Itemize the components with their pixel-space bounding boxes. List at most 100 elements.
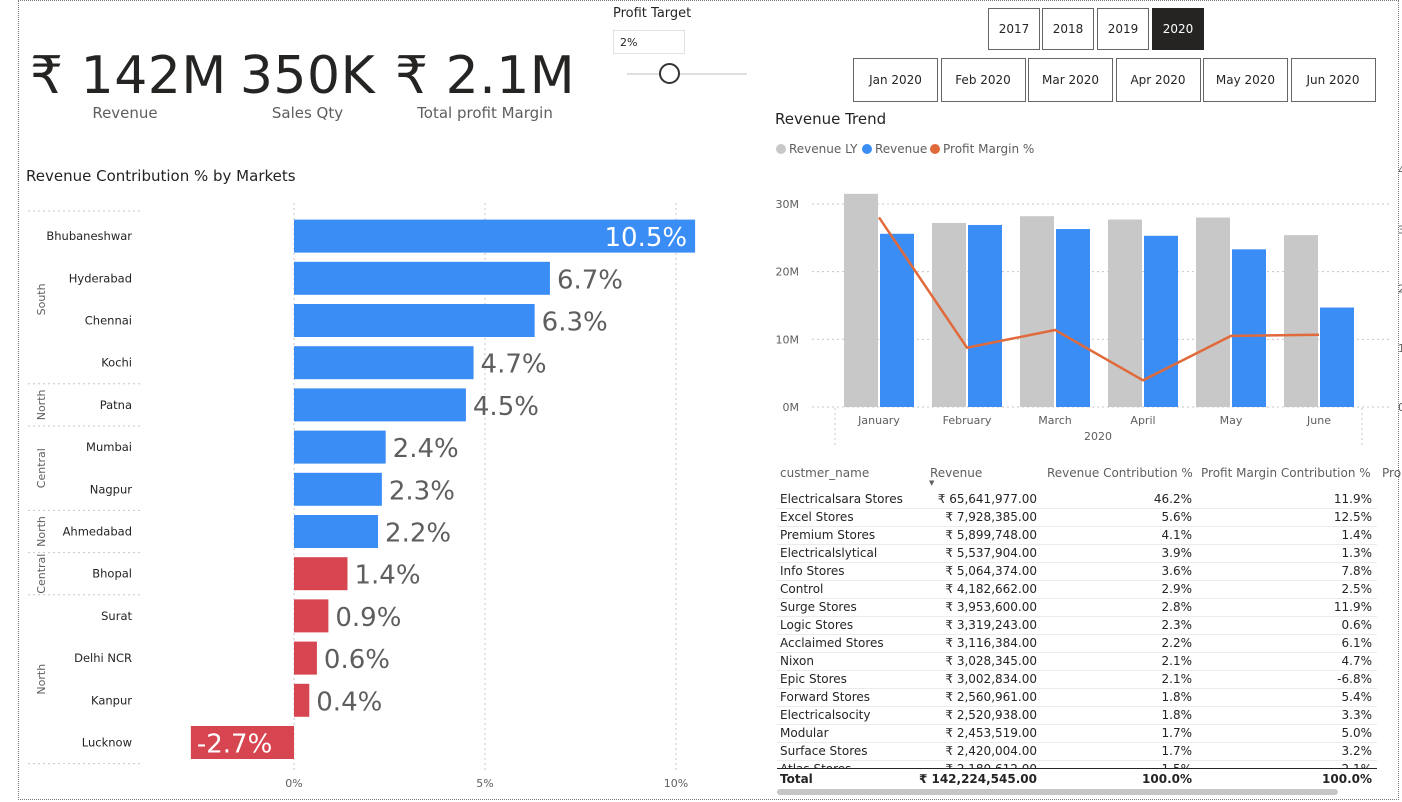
kpi-revenue-value: ₹ 142M: [30, 46, 227, 106]
table-row[interactable]: Surface Stores ₹ 2,420,004.00 1.7% 3.2%: [777, 742, 1377, 761]
market-bar[interactable]: [294, 557, 348, 591]
market-bar[interactable]: [294, 599, 329, 633]
market-bar[interactable]: [294, 346, 474, 380]
market-category-label: Surat: [101, 609, 132, 623]
table-row[interactable]: Info Stores ₹ 5,064,374.00 3.6% 7.8%: [777, 562, 1377, 581]
month-button-1[interactable]: Feb 2020: [940, 58, 1026, 102]
x-tick-label: May: [1220, 414, 1243, 427]
table-cell: ₹ 2,453,519.00: [945, 726, 1037, 740]
table-cell: 3.9%: [1161, 546, 1193, 560]
table-row[interactable]: Forward Stores ₹ 2,560,961.00 1.8% 5.4%: [777, 688, 1377, 707]
x-tick-label: January: [857, 414, 900, 427]
table-cell: ₹ 4,182,662.00: [945, 582, 1037, 596]
table-row[interactable]: Electricalsocity ₹ 2,520,938.00 1.8% 3.3%: [777, 706, 1377, 725]
profit-target-input[interactable]: 2%: [613, 30, 685, 54]
legend-item[interactable]: Revenue LY: [789, 142, 858, 156]
legend-item[interactable]: Profit Margin %: [943, 142, 1034, 156]
table-cell: 11.9%: [1333, 492, 1372, 506]
market-bar[interactable]: [294, 515, 379, 548]
market-bar[interactable]: [294, 261, 550, 295]
market-data-label: 6.7%: [557, 265, 623, 295]
table-row[interactable]: Surge Stores ₹ 3,953,600.00 2.8% 11.9%: [777, 598, 1377, 617]
sort-descending-icon: ▼: [929, 479, 935, 487]
table-row[interactable]: Atlas Stores₹ 2,180,612.001.5%2.1%: [777, 760, 1377, 768]
revenue-ly-bar[interactable]: [1020, 216, 1054, 407]
table-cell: 4.1%: [1161, 528, 1193, 542]
market-category-label: Patna: [100, 398, 132, 412]
market-group-label: Central: [35, 554, 48, 594]
table-cell: 2.1%: [1161, 672, 1193, 686]
revenue-ly-bar[interactable]: [1108, 219, 1142, 407]
month-button-3[interactable]: Apr 2020: [1115, 58, 1201, 102]
table-row[interactable]: Electricalslytical ₹ 5,537,904.00 3.9% 1.3%: [777, 544, 1377, 563]
revenue-bar[interactable]: [1144, 235, 1178, 407]
revenue-bar[interactable]: [968, 224, 1002, 407]
market-bar[interactable]: [294, 472, 382, 506]
table-row[interactable]: Logic Stores ₹ 3,319,243.00 2.3% 0.6%: [777, 616, 1377, 635]
month-button-0[interactable]: Jan 2020: [853, 58, 938, 102]
table-row[interactable]: Electricalsara Stores ₹ 65,641,977.00 46.2…: [777, 490, 1377, 509]
profit-target-slider-handle[interactable]: [659, 63, 680, 84]
legend-item[interactable]: Revenue: [875, 142, 927, 156]
table-cell: ₹ 5,899,748.00: [945, 528, 1037, 542]
market-category-label: Hyderabad: [69, 271, 132, 285]
month-button-5[interactable]: Jun 2020: [1290, 58, 1376, 102]
table-cell: 12.5%: [1333, 510, 1372, 524]
table-cell: Surge Stores: [780, 600, 857, 614]
table-cell: Electricalsara Stores: [780, 492, 903, 506]
table-cell: 2.8%: [1161, 600, 1193, 614]
month-button-4[interactable]: May 2020: [1203, 58, 1288, 102]
table-cell: Nixon: [780, 654, 814, 668]
market-bar[interactable]: [294, 683, 310, 717]
table-cell: Info Stores: [780, 564, 845, 578]
revenue-ly-bar[interactable]: [1284, 235, 1318, 407]
column-header-truncated[interactable]: Pro: [1382, 466, 1401, 480]
table-body[interactable]: Electricalsara Stores ₹ 65,641,977.00 46.2…: [777, 490, 1377, 768]
revenue-bar[interactable]: [1320, 307, 1354, 407]
year-button-1[interactable]: 2018: [1042, 8, 1094, 50]
table-row[interactable]: Premium Stores ₹ 5,899,748.00 4.1% 1.4%: [777, 526, 1377, 545]
year-button-2[interactable]: 2019: [1097, 8, 1149, 50]
column-header-revenue[interactable]: Revenue: [930, 466, 982, 480]
table-row[interactable]: Acclaimed Stores ₹ 3,116,384.00 2.2% 6.1%: [777, 634, 1377, 653]
x-tick-label: June: [1306, 414, 1331, 427]
table-cell: Surface Stores: [780, 744, 868, 758]
year-button-3[interactable]: 2020: [1152, 8, 1204, 50]
legend-marker: [862, 144, 872, 154]
column-header-profit-margin-contribution[interactable]: Profit Margin Contribution %: [1201, 466, 1371, 480]
table-row[interactable]: Excel Stores ₹ 7,928,385.00 5.6% 12.5%: [777, 508, 1377, 527]
market-bar[interactable]: [294, 388, 466, 422]
total-label: Total: [780, 772, 813, 786]
profit-target-title: Profit Target: [613, 6, 692, 21]
table-row[interactable]: Control ₹ 4,182,662.00 2.9% 2.5%: [777, 580, 1377, 599]
revenue-ly-bar[interactable]: [1196, 217, 1230, 407]
column-header-revenue-contribution[interactable]: Revenue Contribution %: [1047, 466, 1193, 480]
revenue-bar[interactable]: [1056, 229, 1090, 407]
table-cell: Forward Stores: [780, 690, 871, 704]
x-tick-label: February: [943, 414, 992, 427]
table-horizontal-scrollbar[interactable]: [777, 789, 1338, 795]
month-button-2[interactable]: Mar 2020: [1028, 58, 1113, 102]
revenue-bar[interactable]: [1232, 249, 1266, 407]
year-button-0[interactable]: 2017: [988, 8, 1040, 50]
market-data-label: 10.5%: [604, 223, 687, 253]
table-row[interactable]: Nixon ₹ 3,028,345.00 2.1% 4.7%: [777, 652, 1377, 671]
table-cell: 4.7%: [1341, 654, 1373, 668]
y2-tick-label: 2: [1398, 283, 1402, 296]
column-header-customer[interactable]: custmer_name: [780, 466, 869, 480]
table-row[interactable]: Modular ₹ 2,453,519.00 1.7% 5.0%: [777, 724, 1377, 743]
table-cell: ₹ 3,319,243.00: [945, 618, 1037, 632]
x-tick-label: 0%: [285, 777, 302, 790]
table-cell: ₹ 5,537,904.00: [945, 546, 1037, 560]
x-tick-label: March: [1038, 414, 1072, 427]
table-row[interactable]: Epic Stores ₹ 3,002,834.00 2.1% -6.8%: [777, 670, 1377, 689]
market-bar[interactable]: [294, 430, 386, 464]
profit-target-slider[interactable]: [627, 73, 747, 75]
market-bar[interactable]: [294, 304, 535, 337]
revenue-ly-bar[interactable]: [932, 222, 966, 407]
market-bar[interactable]: [294, 641, 317, 675]
revenue-ly-bar[interactable]: [844, 193, 878, 407]
table-cell: ₹ 65,641,977.00: [937, 492, 1037, 506]
kpi-revenue: ₹ 142M Revenue: [30, 46, 227, 122]
table-cell: Excel Stores: [780, 510, 854, 524]
